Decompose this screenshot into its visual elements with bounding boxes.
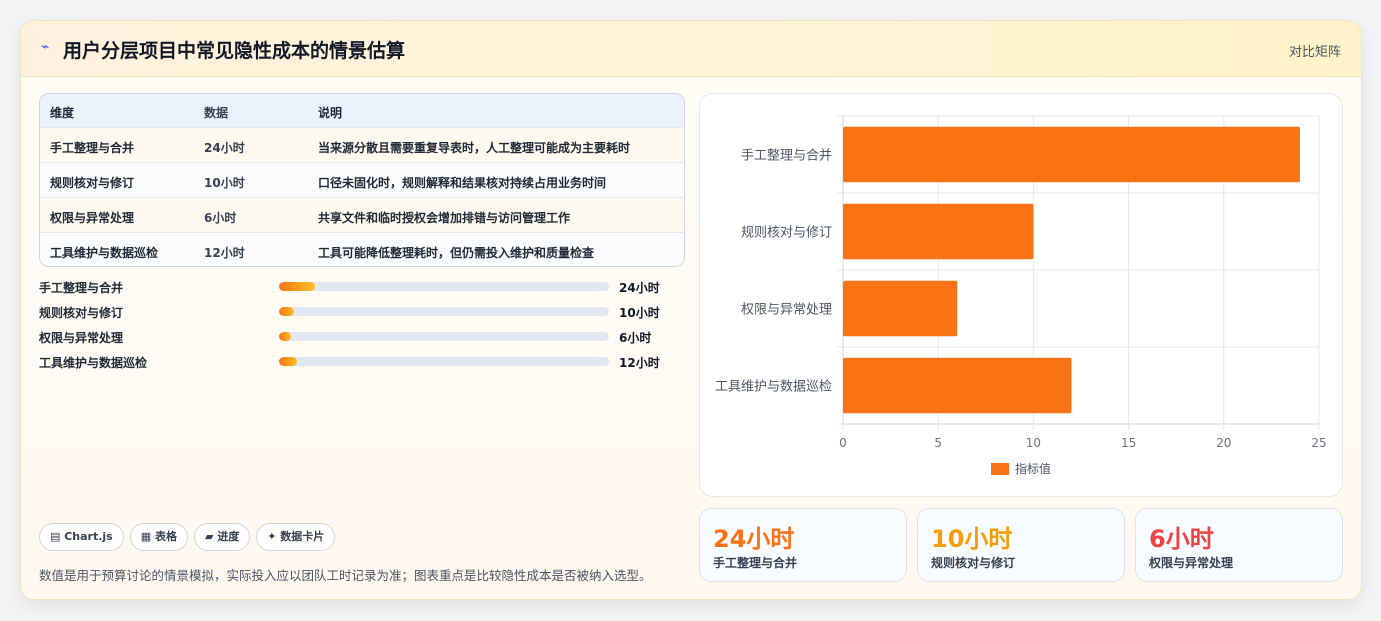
footnote: 数值是用于预算讨论的情景模拟，实际投入应以团队工时记录为准；图表重点是比较隐性成… <box>39 568 652 583</box>
progress-label: 手工整理与合并 <box>39 281 124 295</box>
kpi-value: 10小时 <box>931 525 1013 553</box>
bar-chart: 0 5 10 15 20 25 手工整理与合并规则核对与修订权限与异常处理工具维护与数据巡检… <box>715 115 1327 476</box>
table-cell: 24小时 <box>204 141 245 155</box>
x-tick-label: 20 <box>1216 436 1231 450</box>
progress-row: 工具维护与数据巡检 12小时 <box>39 354 663 370</box>
progress-row: 规则核对与修订 10小时 <box>39 304 663 320</box>
progress-fill <box>279 282 316 291</box>
progress-label: 工具维护与数据巡检 <box>39 356 148 370</box>
progress-track <box>279 307 609 316</box>
progress-value: 24小时 <box>619 281 660 295</box>
table-cell: 12小时 <box>204 246 245 260</box>
column-header: 数据 <box>204 106 229 120</box>
kpi-card: 24小时 手工整理与合并 <box>699 508 907 582</box>
tag-progress[interactable]: ▰ 进度 <box>193 523 251 551</box>
kpi-card: 10小时 规则核对与修订 <box>917 508 1125 582</box>
progress-track <box>279 332 609 341</box>
bar-chart-panel: 0 5 10 15 20 25 手工整理与合并 规则核对与修订 权限与异常处理工具维护与数据巡检… <box>699 93 1343 497</box>
legend-swatch <box>991 463 1009 475</box>
table-row: 规则核对与修订 10小时 口径未固化时，规则解释和结果核对持续占用业务时间 <box>40 162 684 198</box>
progress-fill <box>279 307 294 316</box>
bar <box>843 203 1034 260</box>
main-card: ⌁ 用户分层项目中常见隐性成本的情景估算 对比矩阵 维度 数据 说明 手工整理与… <box>20 20 1362 600</box>
header: ⌁ 用户分层项目中常见隐性成本的情景估算 对比矩阵 <box>21 21 1361 77</box>
x-tick-label: 0 <box>839 436 847 450</box>
table-header-row: 维度 数据 说明 <box>40 94 684 128</box>
tag-data-card[interactable]: ✦ 数据卡片 <box>256 523 336 551</box>
table-cell: 口径未固化时，规则解释和结果核对持续占用业务时间 <box>318 176 607 190</box>
kpi-label: 手工整理与合并 <box>713 556 798 570</box>
table-cell: 手工整理与合并 <box>50 141 135 155</box>
progress-track <box>279 357 609 366</box>
y-tick-label: 规则核对与修订 <box>741 226 832 241</box>
progress-value: 6小时 <box>619 331 652 345</box>
progress-track <box>279 282 609 291</box>
table-cell: 工具维护与数据巡检 <box>50 246 159 260</box>
table-cell: 工具可能降低整理耗时，但仍需投入维护和质量检查 <box>318 246 595 260</box>
kpi-value: 6小时 <box>1149 525 1214 553</box>
x-tick-label: 25 <box>1311 436 1326 450</box>
lightning-icon: ⌁ <box>41 39 50 55</box>
legend-label: 指标值 <box>1015 461 1051 476</box>
x-tick-label: 5 <box>934 436 942 450</box>
progress-value: 10小时 <box>619 306 660 320</box>
bar <box>843 126 1300 183</box>
view-mode-label[interactable]: 对比矩阵 <box>1289 41 1341 60</box>
table-cell: 规则核对与修订 <box>50 176 135 190</box>
kpi-label: 权限与异常处理 <box>1149 556 1234 570</box>
tag-chartjs[interactable]: ▤ Chart.js <box>39 523 124 551</box>
progress-row: 权限与异常处理 6小时 <box>39 329 663 345</box>
table-cell: 当来源分散且需要重复导表时，人工整理可能成为主要耗时 <box>318 141 631 155</box>
table-cell: 共享文件和临时授权会增加排错与访问管理工作 <box>318 211 571 225</box>
column-header: 维度 <box>50 106 75 120</box>
table-cell: 6小时 <box>204 211 237 225</box>
kpi-card: 6小时 权限与异常处理 <box>1135 508 1343 582</box>
table-cell: 10小时 <box>204 176 245 190</box>
y-tick-label: 权限与异常处理 <box>741 302 832 318</box>
bar <box>843 357 1072 414</box>
table-row: 权限与异常处理 6小时 共享文件和临时授权会增加排错与访问管理工作 <box>40 197 684 233</box>
kpi-label: 规则核对与修订 <box>931 556 1016 570</box>
table-row: 手工整理与合并 24小时 当来源分散且需要重复导表时，人工整理可能成为主要耗时 <box>40 127 684 163</box>
bar <box>843 280 958 337</box>
tag-table[interactable]: ▦ 表格 <box>129 523 188 551</box>
data-table: 维度 数据 说明 手工整理与合并 24小时 当来源分散且需要重复导表时，人工整理… <box>39 93 685 267</box>
tag-list: ▤ Chart.js ▦ 表格 ▰ 进度 ✦ 数据卡片 <box>39 523 341 551</box>
progress-label: 规则核对与修订 <box>39 306 124 320</box>
progress-fill <box>279 357 298 366</box>
x-tick-label: 10 <box>1026 436 1041 450</box>
y-tick-label: 手工整理与合并 <box>741 149 832 164</box>
column-header: 说明 <box>318 106 343 120</box>
x-tick-label: 15 <box>1121 436 1136 450</box>
progress-row: 手工整理与合并 24小时 <box>39 279 663 295</box>
progress-fill <box>279 332 291 341</box>
table-row: 工具维护与数据巡检 12小时 工具可能降低整理耗时，但仍需投入维护和质量检查 <box>40 232 684 266</box>
progress-label: 权限与异常处理 <box>39 331 124 345</box>
y-tick-label: 工具维护与数据巡检 <box>715 380 832 395</box>
kpi-value: 24小时 <box>713 525 795 553</box>
page-title: 用户分层项目中常见隐性成本的情景估算 <box>63 40 406 62</box>
progress-value: 12小时 <box>619 356 660 370</box>
table-cell: 权限与异常处理 <box>50 211 135 225</box>
